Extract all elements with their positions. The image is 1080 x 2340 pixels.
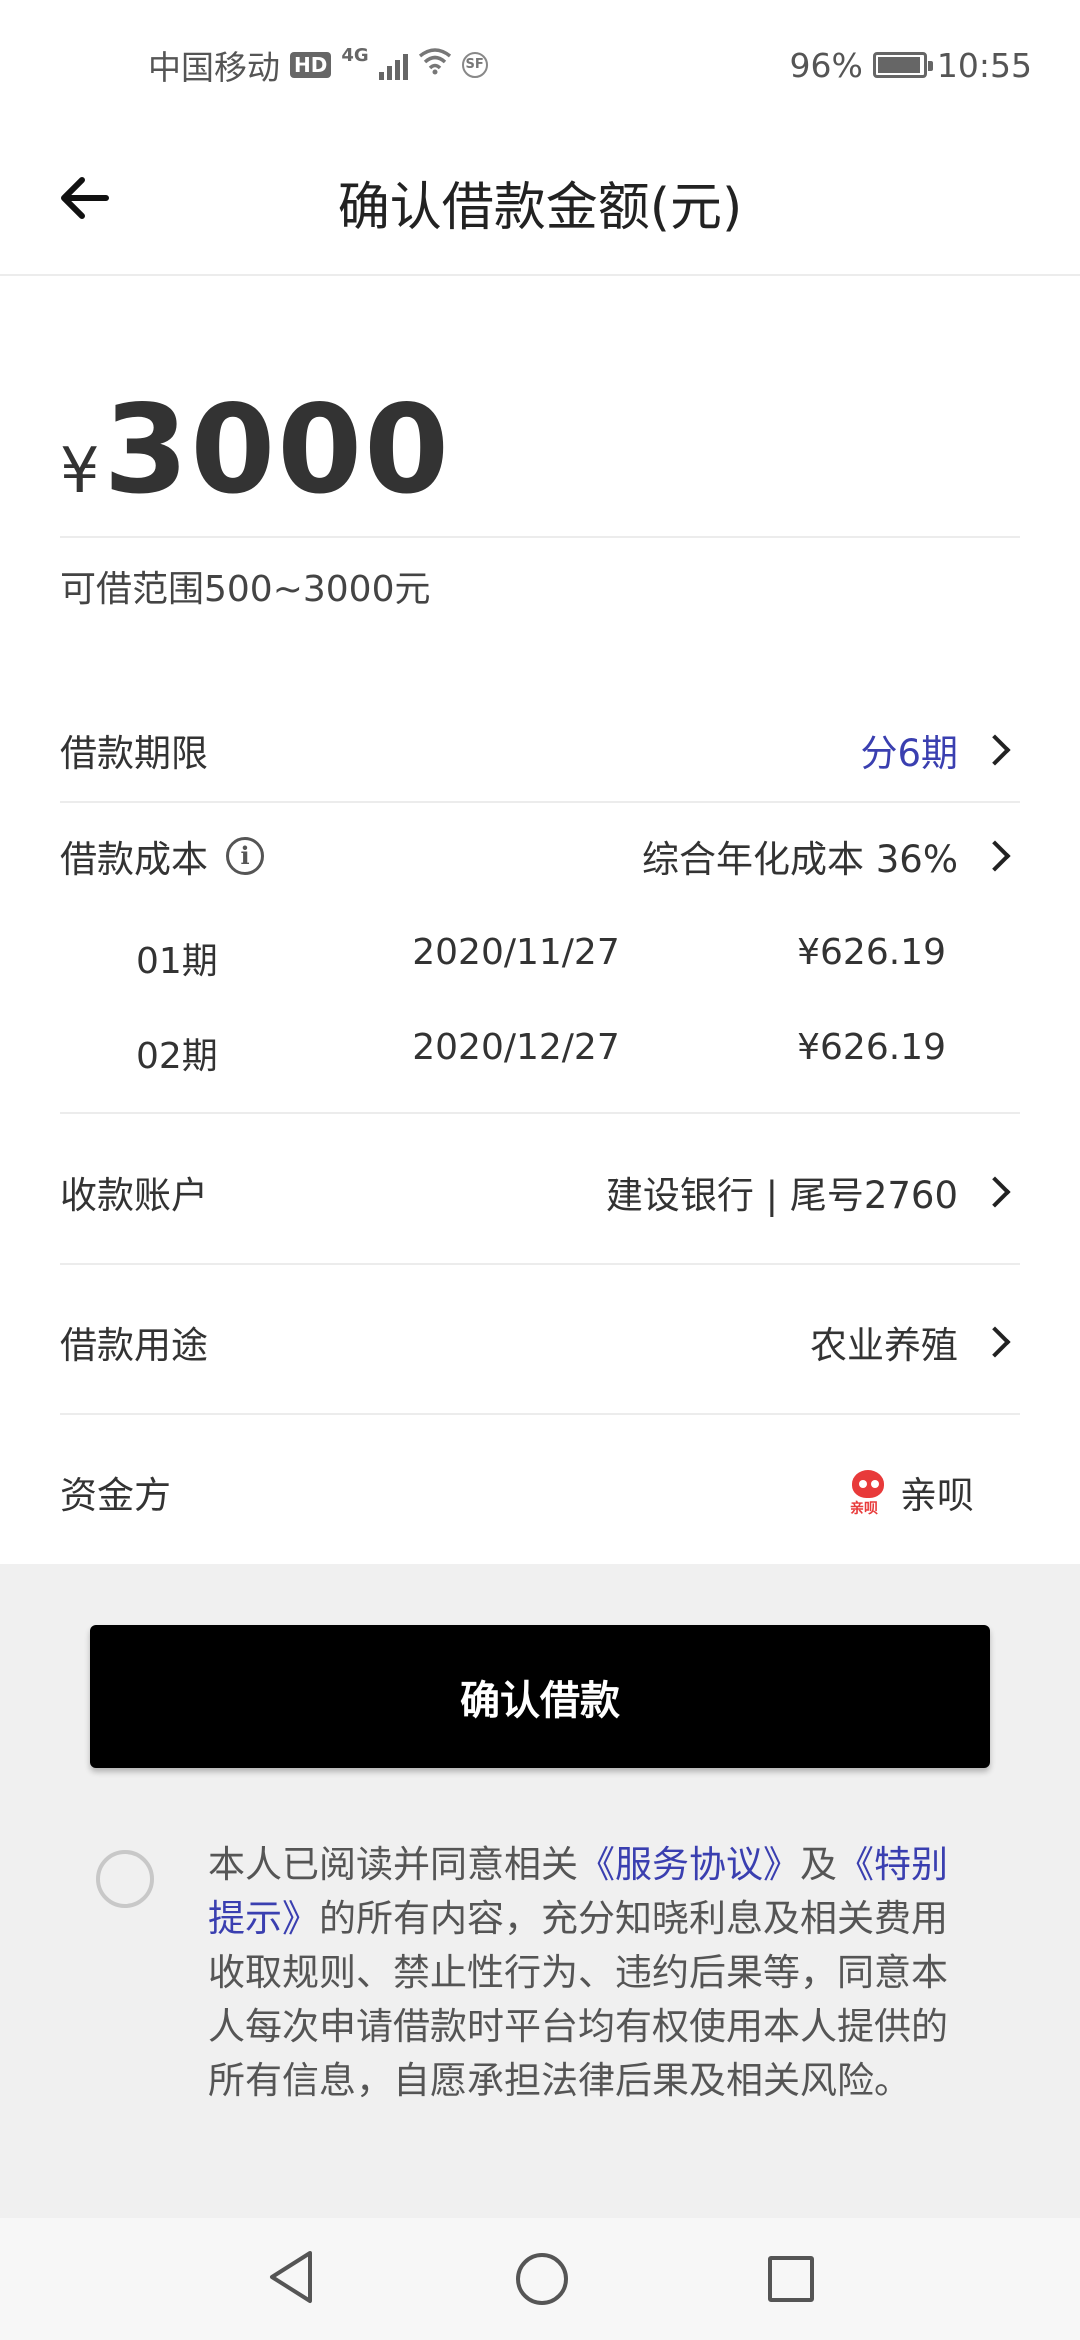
agreement-text: 本人已阅读并同意相关《服务协议》及《特别提示》的所有内容，充分知晓利息及相关费用… — [208, 1838, 968, 2108]
installment-period: 01期 — [136, 941, 218, 982]
account-row[interactable]: 收款账户 建设银行 | 尾号2760 — [60, 1164, 1020, 1220]
carrier-name: 中国移动 — [148, 48, 280, 87]
purpose-row[interactable]: 借款用途 农业养殖 — [60, 1314, 1020, 1370]
network-type: 4G — [341, 44, 369, 66]
amount-value: 3000 — [103, 379, 452, 521]
funder-row: 资金方 亲呗 亲呗 — [60, 1464, 1020, 1520]
funder-logo: 亲呗 — [850, 1470, 886, 1517]
status-right: 96% 10:55 — [790, 46, 1032, 85]
funder-logo-text: 亲呗 — [850, 1501, 878, 1517]
installment-date: 2020/12/27 — [412, 1027, 620, 1068]
agreement-checkbox[interactable] — [96, 1850, 154, 1908]
agreement-prefix: 本人已阅读并同意相关 — [208, 1843, 578, 1886]
divider — [60, 1112, 1020, 1114]
service-agreement-link[interactable]: 《服务协议》 — [578, 1843, 800, 1886]
status-left: 中国移动 HD 4G SF — [148, 41, 488, 89]
loan-cost-label: 借款成本 — [60, 838, 208, 881]
amount-range-text: 可借范围500~3000元 — [60, 569, 431, 610]
status-bar: 中国移动 HD 4G SF 96% 10:55 — [0, 0, 1080, 130]
loan-term-row[interactable]: 借款期限 分6期 — [60, 722, 1020, 778]
installment-amount: ¥626.19 — [797, 932, 946, 973]
agreement-suffix: 的所有内容，充分知晓利息及相关费用收取规则、禁止性行为、违约后果等，同意本人每次… — [208, 1897, 948, 2102]
hd-icon: HD — [290, 52, 332, 78]
nav-recent-apps-icon[interactable] — [768, 2256, 814, 2302]
installment-row: 01期 2020/11/27 ¥626.19 — [136, 932, 946, 984]
divider — [60, 1263, 1020, 1265]
info-icon[interactable]: i — [226, 837, 264, 875]
account-label: 收款账户 — [60, 1174, 208, 1217]
chevron-right-icon — [979, 734, 1011, 766]
currency-symbol: ¥ — [60, 434, 100, 507]
chevron-right-icon — [979, 1176, 1011, 1208]
system-nav-bar — [0, 2218, 1080, 2340]
divider — [60, 801, 1020, 803]
loan-term-label: 借款期限 — [60, 732, 208, 775]
nav-back-icon[interactable] — [266, 2249, 316, 2309]
page-title: 确认借款金额(元) — [337, 177, 743, 238]
clock-time: 10:55 — [936, 45, 1032, 85]
funder-label: 资金方 — [60, 1474, 171, 1517]
battery-percent: 96% — [789, 45, 863, 85]
back-arrow-icon[interactable] — [56, 170, 116, 230]
chevron-right-icon — [979, 1326, 1011, 1358]
wifi-icon — [418, 47, 452, 83]
confirm-loan-button[interactable]: 确认借款 — [90, 1625, 990, 1768]
installment-amount: ¥626.19 — [797, 1027, 946, 1068]
funder-value: 亲呗 — [900, 1474, 974, 1517]
battery-icon — [872, 52, 933, 78]
loan-cost-value: 综合年化成本 36% — [642, 838, 958, 881]
divider — [60, 1413, 1020, 1415]
installment-date: 2020/11/27 — [412, 932, 620, 973]
nav-home-icon[interactable] — [516, 2253, 568, 2305]
amount-input[interactable]: ¥ 3000 — [60, 379, 1020, 538]
signal-icon — [378, 50, 408, 80]
installment-row: 02期 2020/12/27 ¥626.19 — [136, 1027, 946, 1079]
purpose-value: 农业养殖 — [810, 1324, 958, 1367]
installment-period: 02期 — [136, 1036, 218, 1077]
chevron-right-icon — [979, 840, 1011, 872]
header: 确认借款金额(元) — [0, 130, 1080, 276]
account-value: 建设银行 | 尾号2760 — [605, 1174, 958, 1217]
loan-term-value: 分6期 — [860, 732, 958, 775]
purpose-label: 借款用途 — [60, 1324, 208, 1367]
agreement-middle: 及 — [800, 1843, 837, 1886]
sf-icon: SF — [461, 52, 488, 78]
loan-cost-row[interactable]: 借款成本 i 综合年化成本 36% — [60, 828, 1020, 884]
